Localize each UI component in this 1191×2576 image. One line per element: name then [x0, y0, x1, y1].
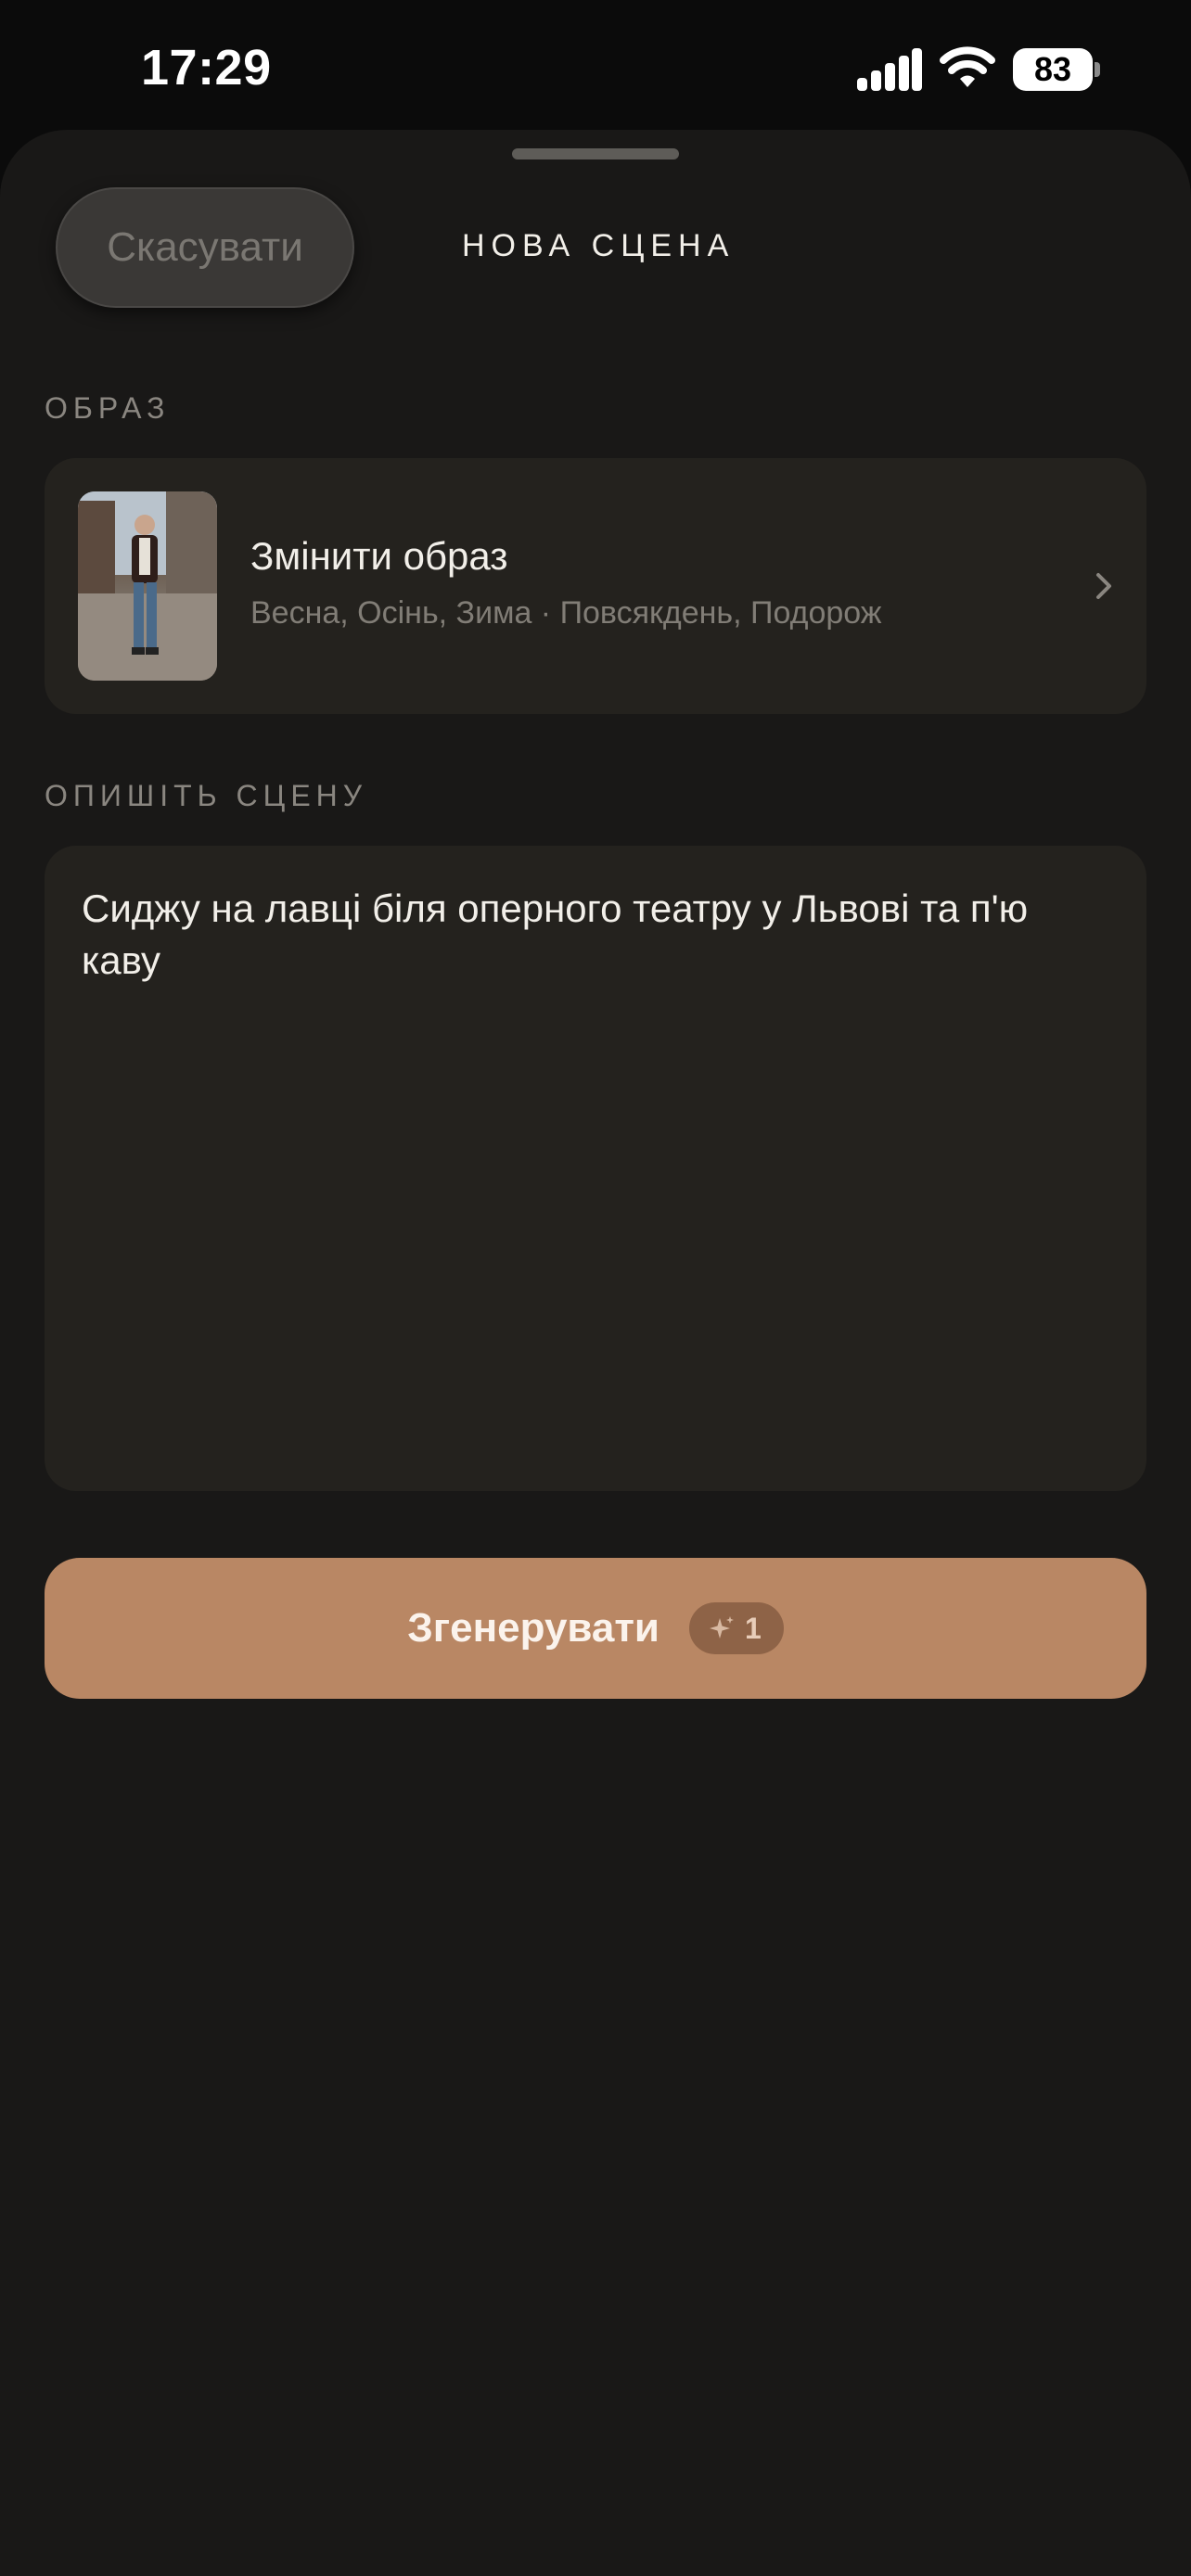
cancel-button-label: Скасувати [107, 224, 303, 270]
cancel-button[interactable]: Скасувати [56, 187, 354, 308]
sparkle-icon [709, 1616, 734, 1639]
change-look-card[interactable]: Змінити образ Весна, Осінь, Зима · Повся… [45, 458, 1146, 714]
look-tags: Весна, Осінь, Зима · Повсякдень, Подорож [250, 595, 882, 631]
page-title: НОВА СЦЕНА [462, 228, 736, 263]
look-thumbnail [78, 491, 217, 681]
scene-description-input[interactable]: Сиджу на лавці біля оперного театру у Ль… [45, 846, 1146, 1491]
battery-level: 83 [1033, 50, 1072, 88]
sheet-grabber[interactable] [512, 148, 679, 159]
new-scene-sheet: Скасувати НОВА СЦЕНА ОБРАЗ Змінити образ… [0, 130, 1191, 2576]
signal-icon [857, 48, 922, 91]
generate-button-label: Згенерувати [407, 1605, 660, 1651]
wifi-icon [939, 45, 996, 89]
credit-badge: 1 [688, 1602, 784, 1654]
scene-section-label: ОПИШІТЬ СЦЕНУ [45, 779, 368, 812]
status-bar: 17:29 83 [0, 0, 1191, 139]
status-time: 17:29 [141, 40, 272, 96]
generate-button[interactable]: Згенерувати 1 [45, 1558, 1146, 1699]
chevron-right-icon [1087, 569, 1121, 603]
change-look-title: Змінити образ [250, 534, 508, 578]
look-section-label: ОБРАЗ [45, 391, 171, 425]
battery-icon: 83 [1013, 48, 1100, 91]
credit-count: 1 [744, 1611, 762, 1645]
scene-description-text: Сиджу на лавці біля оперного театру у Ль… [82, 886, 1029, 982]
